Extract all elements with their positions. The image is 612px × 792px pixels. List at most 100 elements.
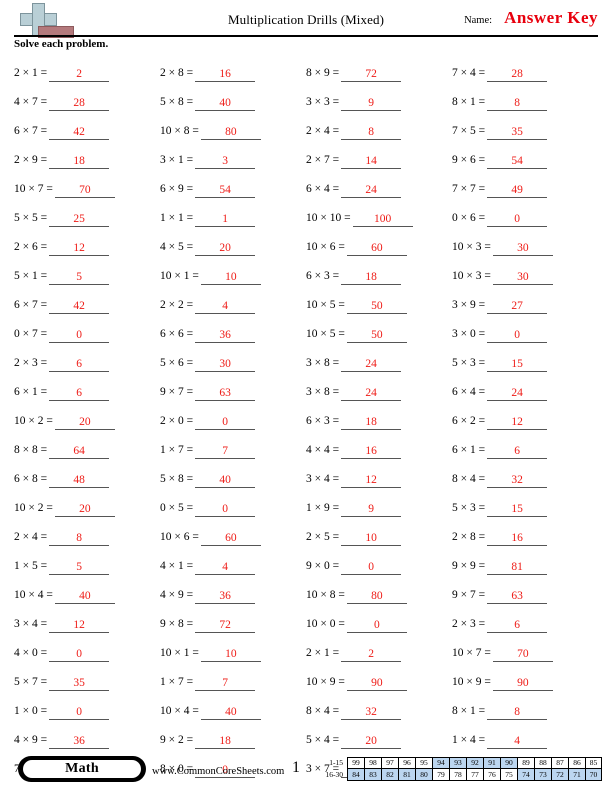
answer-blank[interactable]: 20 [54, 503, 115, 517]
problem-expression: 10 × 0 = [306, 617, 345, 630]
answer-blank[interactable]: 5 [49, 561, 110, 575]
answer-blank[interactable]: 7 [195, 677, 256, 691]
answer-blank[interactable]: 4 [487, 735, 548, 749]
answer-blank[interactable]: 81 [487, 561, 548, 575]
answer-blank[interactable]: 5 [49, 271, 110, 285]
answer-blank[interactable]: 4 [195, 561, 256, 575]
answer-blank[interactable]: 90 [492, 677, 553, 691]
answer-blank[interactable]: 80 [346, 590, 407, 604]
problem-expression: 8 × 4 = [452, 472, 486, 485]
answer-blank[interactable]: 30 [195, 358, 256, 372]
answer-blank[interactable]: 12 [341, 474, 402, 488]
answer-blank[interactable]: 15 [487, 503, 548, 517]
answer-blank[interactable]: 8 [487, 706, 548, 720]
answer-blank[interactable]: 20 [195, 242, 256, 256]
answer-blank[interactable]: 72 [195, 619, 256, 633]
answer-blank[interactable]: 18 [49, 155, 110, 169]
answer-blank[interactable]: 18 [195, 735, 256, 749]
answer-blank[interactable]: 64 [49, 445, 110, 459]
answer-blank[interactable]: 8 [49, 532, 110, 546]
answer-blank[interactable]: 10 [200, 271, 261, 285]
answer-blank[interactable]: 3 [195, 155, 256, 169]
answer-blank[interactable]: 25 [49, 213, 110, 227]
answer-blank[interactable]: 24 [341, 387, 402, 401]
answer-blank[interactable]: 60 [346, 242, 407, 256]
answer-blank[interactable]: 28 [487, 68, 548, 82]
answer-blank[interactable]: 54 [487, 155, 548, 169]
answer-blank[interactable]: 27 [487, 300, 548, 314]
answer-blank[interactable]: 0 [487, 213, 548, 227]
answer-blank[interactable]: 63 [195, 387, 256, 401]
answer-blank[interactable]: 28 [49, 97, 110, 111]
answer-blank[interactable]: 0 [195, 416, 256, 430]
answer-blank[interactable]: 18 [341, 271, 402, 285]
answer-blank[interactable]: 72 [341, 68, 402, 82]
answer-blank[interactable]: 80 [200, 126, 261, 140]
answer-blank[interactable]: 40 [200, 706, 261, 720]
answer-blank[interactable]: 20 [54, 416, 115, 430]
answer-blank[interactable]: 0 [341, 561, 402, 575]
answer-blank[interactable]: 12 [49, 619, 110, 633]
answer-blank[interactable]: 54 [195, 184, 256, 198]
answer-blank[interactable]: 7 [195, 445, 256, 459]
answer-blank[interactable]: 36 [195, 590, 256, 604]
answer-blank[interactable]: 40 [195, 474, 256, 488]
answer-blank[interactable]: 0 [487, 329, 548, 343]
problem-row: 3 × 8 = 24 [306, 377, 452, 406]
answer-blank[interactable]: 1 [195, 213, 256, 227]
answer-blank[interactable]: 6 [487, 445, 548, 459]
answer-blank[interactable]: 40 [195, 97, 256, 111]
answer-blank[interactable]: 35 [49, 677, 110, 691]
answer-blank[interactable]: 42 [49, 126, 110, 140]
answer-blank[interactable]: 24 [487, 387, 548, 401]
answer-blank[interactable]: 90 [346, 677, 407, 691]
answer-blank[interactable]: 0 [49, 648, 110, 662]
answer-blank[interactable]: 4 [195, 300, 256, 314]
answer-blank[interactable]: 16 [341, 445, 402, 459]
answer-blank[interactable]: 18 [341, 416, 402, 430]
answer-blank[interactable]: 6 [49, 387, 110, 401]
answer-blank[interactable]: 6 [487, 619, 548, 633]
answer-blank[interactable]: 12 [49, 242, 110, 256]
answer-blank[interactable]: 50 [346, 300, 407, 314]
answer-blank[interactable]: 60 [200, 532, 261, 546]
answer-blank[interactable]: 32 [341, 706, 402, 720]
answer-blank[interactable]: 10 [341, 532, 402, 546]
answer-blank[interactable]: 12 [487, 416, 548, 430]
answer-blank[interactable]: 36 [195, 329, 256, 343]
answer-blank[interactable]: 24 [341, 184, 402, 198]
answer-blank[interactable]: 16 [195, 68, 256, 82]
answer-blank[interactable]: 48 [49, 474, 110, 488]
answer-blank[interactable]: 2 [49, 68, 110, 82]
answer-blank[interactable]: 0 [195, 503, 256, 517]
answer-blank[interactable]: 30 [492, 271, 553, 285]
website-url[interactable]: www.CommonCoreSheets.com [152, 766, 284, 777]
answer-blank[interactable]: 9 [341, 503, 402, 517]
answer-blank[interactable]: 50 [346, 329, 407, 343]
answer-blank[interactable]: 35 [487, 126, 548, 140]
answer-blank[interactable]: 42 [49, 300, 110, 314]
answer-blank[interactable]: 6 [49, 358, 110, 372]
answer-blank[interactable]: 100 [352, 213, 413, 227]
answer-blank[interactable]: 20 [341, 735, 402, 749]
answer-blank[interactable]: 10 [200, 648, 261, 662]
answer-blank[interactable]: 32 [487, 474, 548, 488]
answer-blank[interactable]: 36 [49, 735, 110, 749]
answer-blank[interactable]: 0 [346, 619, 407, 633]
answer-blank[interactable]: 70 [492, 648, 553, 662]
answer-blank[interactable]: 8 [341, 126, 402, 140]
answer-blank[interactable]: 9 [341, 97, 402, 111]
answer-blank[interactable]: 49 [487, 184, 548, 198]
answer-blank[interactable]: 0 [49, 706, 110, 720]
answer-blank[interactable]: 2 [341, 648, 402, 662]
answer-blank[interactable]: 16 [487, 532, 548, 546]
answer-blank[interactable]: 15 [487, 358, 548, 372]
answer-blank[interactable]: 40 [54, 590, 115, 604]
answer-blank[interactable]: 14 [341, 155, 402, 169]
answer-blank[interactable]: 70 [54, 184, 115, 198]
answer-blank[interactable]: 0 [49, 329, 110, 343]
answer-blank[interactable]: 63 [487, 590, 548, 604]
answer-blank[interactable]: 24 [341, 358, 402, 372]
answer-blank[interactable]: 8 [487, 97, 548, 111]
answer-blank[interactable]: 30 [492, 242, 553, 256]
